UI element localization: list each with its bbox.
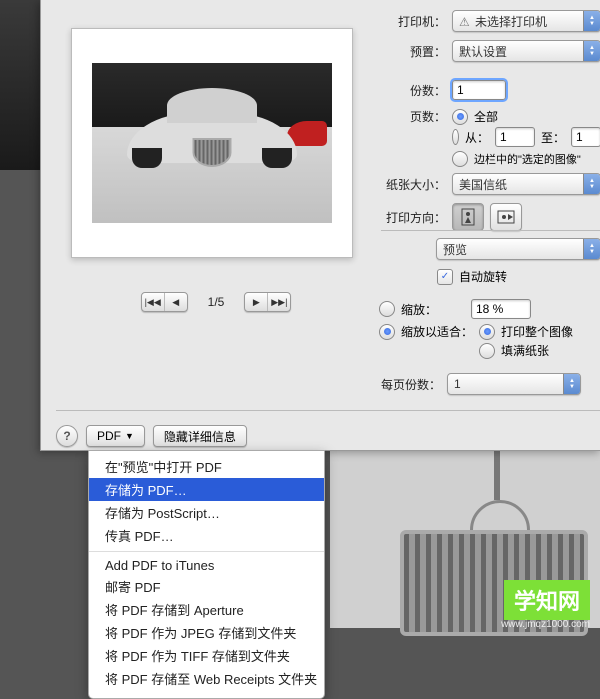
scale-radio[interactable] xyxy=(379,301,395,317)
pdf-menu: 在"预览"中打开 PDF 存储为 PDF… 存储为 PostScript… 传真… xyxy=(88,450,325,699)
menu-save-as-postscript[interactable]: 存储为 PostScript… xyxy=(89,501,324,524)
last-page-button[interactable]: ▶▶| xyxy=(268,293,290,311)
pdf-dropdown-button[interactable]: PDF ▼ xyxy=(86,425,145,447)
section-select[interactable]: 预览 ▲▼ xyxy=(436,238,600,260)
page-pager: |◀◀ ◀ 1/5 ▶ ▶▶| xyxy=(106,292,326,312)
pages-all-radio[interactable] xyxy=(452,109,468,125)
pages-range-radio[interactable] xyxy=(452,129,459,145)
next-page-button[interactable]: ▶ xyxy=(245,293,268,311)
help-button[interactable]: ? xyxy=(56,425,78,447)
copies-input[interactable] xyxy=(452,80,506,100)
auto-rotate-checkbox[interactable]: ✓ xyxy=(437,269,453,285)
menu-save-to-web-receipts[interactable]: 将 PDF 存储至 Web Receipts 文件夹 xyxy=(89,667,324,690)
pages-to-input[interactable] xyxy=(571,127,600,147)
orientation-label: 打印方向： xyxy=(386,209,446,226)
print-dialog: |◀◀ ◀ 1/5 ▶ ▶▶| 打印机： ⚠ 未选择打印机 ▲▼ 预置： 默认设… xyxy=(40,0,600,451)
menu-save-as-tiff[interactable]: 将 PDF 作为 TIFF 存储到文件夹 xyxy=(89,644,324,667)
preset-select[interactable]: 默认设置 ▲▼ xyxy=(452,40,600,62)
fit-print-whole-radio[interactable] xyxy=(479,324,495,340)
pages-label: 页数： xyxy=(386,108,446,125)
menu-mail-pdf[interactable]: 邮寄 PDF xyxy=(89,575,324,598)
pages-from-input[interactable] xyxy=(495,127,535,147)
watermark-url: www.jmqz1000.com xyxy=(501,619,590,630)
page-preview xyxy=(71,28,353,258)
fit-radio[interactable] xyxy=(379,324,395,340)
page-indicator: 1/5 xyxy=(208,295,225,309)
first-page-button[interactable]: |◀◀ xyxy=(142,293,165,311)
printer-select[interactable]: ⚠ 未选择打印机 ▲▼ xyxy=(452,10,600,32)
paper-size-select[interactable]: 美国信纸 ▲▼ xyxy=(452,173,600,195)
menu-fax-pdf[interactable]: 传真 PDF… xyxy=(89,524,324,547)
caret-down-icon: ▼ xyxy=(125,431,134,441)
menu-save-to-aperture[interactable]: 将 PDF 存储到 Aperture xyxy=(89,598,324,621)
hide-details-button[interactable]: 隐藏详细信息 xyxy=(153,425,247,447)
menu-save-as-pdf[interactable]: 存储为 PDF… xyxy=(89,478,324,501)
menu-add-to-itunes[interactable]: Add PDF to iTunes xyxy=(89,556,324,575)
menu-save-as-jpeg[interactable]: 将 PDF 作为 JPEG 存储到文件夹 xyxy=(89,621,324,644)
copies-per-page-select[interactable]: 1 ▲▼ xyxy=(447,373,581,395)
warning-icon: ⚠ xyxy=(459,15,471,27)
portrait-icon xyxy=(461,208,475,226)
printer-label: 打印机： xyxy=(386,13,446,30)
watermark-badge: 学知网 xyxy=(504,580,590,620)
prev-page-button[interactable]: ◀ xyxy=(165,293,187,311)
orientation-landscape[interactable] xyxy=(490,203,522,231)
copies-per-page-label: 每页份数： xyxy=(371,376,441,393)
landscape-icon xyxy=(497,210,515,224)
orientation-portrait[interactable] xyxy=(452,203,484,231)
scale-input[interactable] xyxy=(471,299,531,319)
preset-label: 预置： xyxy=(386,43,446,60)
fit-fill-paper-radio[interactable] xyxy=(479,343,495,359)
copies-label: 份数： xyxy=(386,82,446,99)
paper-size-label: 纸张大小： xyxy=(386,176,446,193)
menu-open-in-preview[interactable]: 在"预览"中打开 PDF xyxy=(89,455,324,478)
pages-sidebar-radio[interactable] xyxy=(452,151,468,167)
